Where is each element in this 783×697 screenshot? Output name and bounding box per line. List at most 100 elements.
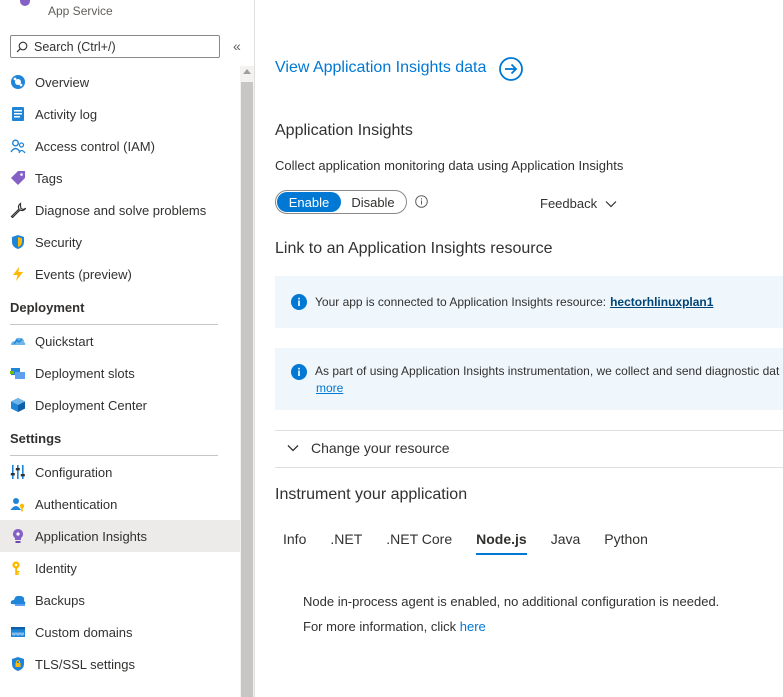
- main-content: View Application Insights data Applicati…: [255, 0, 783, 697]
- scroll-up-arrow-icon[interactable]: [243, 69, 251, 74]
- sidebar-item-identity[interactable]: Identity: [0, 552, 240, 584]
- resource-link[interactable]: hectorhlinuxplan1: [610, 295, 713, 309]
- enable-option[interactable]: Enable: [277, 192, 341, 212]
- section-deployment: Deployment: [0, 290, 240, 325]
- backup-cloud-icon: [10, 592, 26, 608]
- info-filled-icon: [291, 294, 307, 310]
- sidebar: App Service Search (Ctrl+/) « Overview A…: [0, 0, 254, 697]
- chevron-down-icon: [605, 200, 617, 207]
- sidebar-item-label: Configuration: [35, 464, 113, 480]
- tag-icon: [10, 170, 26, 186]
- sidebar-item-label: Diagnose and solve problems: [35, 202, 207, 218]
- sidebar-item-label: Access control (IAM): [35, 138, 155, 154]
- sidebar-item-label: TLS/SSL settings: [35, 656, 135, 672]
- custom-domains-icon: www: [10, 624, 26, 640]
- sidebar-item-label: Security: [35, 234, 82, 250]
- app-service-logo: [20, 0, 30, 6]
- sidebar-item-configuration[interactable]: Configuration: [0, 456, 240, 488]
- tab-java[interactable]: Java: [551, 531, 581, 555]
- sidebar-item-label: Overview: [35, 74, 90, 90]
- section-settings: Settings: [0, 421, 240, 456]
- iam-icon: [10, 138, 26, 154]
- identity-key-icon: [10, 560, 26, 576]
- sidebar-item-security[interactable]: Security: [0, 226, 240, 258]
- svg-text:www: www: [12, 632, 24, 638]
- sidebar-item-activity-log[interactable]: Activity log: [0, 98, 240, 130]
- tab-dotnet[interactable]: .NET: [330, 531, 362, 555]
- learn-more-link[interactable]: more: [316, 381, 783, 395]
- view-app-insights-link[interactable]: View Application Insights data: [275, 59, 486, 77]
- sidebar-item-label: Authentication: [35, 496, 118, 512]
- section-title-app-insights: Application Insights: [275, 122, 413, 139]
- divider: [275, 467, 783, 468]
- link-resource-title: Link to an Application Insights resource: [275, 240, 553, 257]
- feedback-dropdown[interactable]: Feedback: [540, 196, 617, 211]
- diagnostic-info-banner: As part of using Application Insights in…: [275, 348, 783, 410]
- sidebar-scrollbar[interactable]: [240, 66, 254, 697]
- wrench-icon: [10, 202, 26, 218]
- cube-icon: [10, 397, 26, 413]
- sidebar-item-application-insights[interactable]: Application Insights: [0, 520, 240, 552]
- node-agent-status-text: Node in-process agent is enabled, no add…: [303, 594, 720, 609]
- resource-type-subtitle: App Service: [48, 4, 113, 18]
- sidebar-item-tls-ssl[interactable]: TLS/SSL settings: [0, 648, 240, 680]
- info-filled-icon: [291, 364, 307, 380]
- sidebar-item-label: Deployment Center: [35, 397, 147, 413]
- more-info-prefix: For more information, click: [303, 619, 460, 634]
- more-info-here-link[interactable]: here: [460, 619, 486, 634]
- authentication-icon: [10, 496, 26, 512]
- tab-nodejs[interactable]: Node.js: [476, 531, 527, 555]
- sidebar-nav: Overview Activity log Access control (IA…: [0, 66, 240, 680]
- lightning-icon: [10, 266, 26, 282]
- sidebar-item-label: Deployment slots: [35, 365, 135, 381]
- sidebar-item-backups[interactable]: Backups: [0, 584, 240, 616]
- tab-python[interactable]: Python: [604, 531, 648, 555]
- sidebar-item-label: Application Insights: [35, 528, 148, 544]
- divider: [275, 430, 783, 431]
- sidebar-item-events[interactable]: Events (preview): [0, 258, 240, 290]
- sidebar-item-deployment-center[interactable]: Deployment Center: [0, 389, 240, 421]
- activity-log-icon: [10, 106, 26, 122]
- change-resource-expander[interactable]: Change your resource: [287, 440, 450, 456]
- arrow-circle-right-icon[interactable]: [498, 56, 524, 82]
- sidebar-item-deployment-slots[interactable]: Deployment slots: [0, 357, 240, 389]
- double-chevron-left-icon[interactable]: «: [233, 38, 241, 54]
- change-resource-label: Change your resource: [311, 440, 450, 456]
- scrollbar-thumb[interactable]: [241, 82, 253, 697]
- lightbulb-icon: [10, 528, 26, 544]
- quickstart-icon: [10, 333, 26, 349]
- sidebar-item-access-control[interactable]: Access control (IAM): [0, 130, 240, 162]
- disable-option[interactable]: Disable: [341, 192, 405, 212]
- language-tabs: Info .NET .NET Core Node.js Java Python: [283, 531, 672, 555]
- overview-icon: [10, 74, 26, 90]
- search-icon: [16, 41, 28, 52]
- sidebar-item-label: Custom domains: [35, 624, 133, 640]
- collect-description: Collect application monitoring data usin…: [275, 158, 624, 173]
- configuration-icon: [10, 464, 26, 480]
- sidebar-item-label: Quickstart: [35, 333, 94, 349]
- tls-shield-icon: [10, 656, 26, 672]
- sidebar-item-label: Activity log: [35, 106, 98, 122]
- sidebar-item-authentication[interactable]: Authentication: [0, 488, 240, 520]
- more-info-text: For more information, click here: [303, 619, 486, 634]
- deployment-slots-icon: [10, 365, 26, 381]
- sidebar-item-tags[interactable]: Tags: [0, 162, 240, 194]
- sidebar-item-overview[interactable]: Overview: [0, 66, 240, 98]
- instrument-title: Instrument your application: [275, 486, 468, 503]
- sidebar-item-label: Identity: [35, 560, 77, 576]
- sidebar-item-quickstart[interactable]: Quickstart: [0, 325, 240, 357]
- connected-text: Your app is connected to Application Ins…: [315, 295, 607, 309]
- sidebar-item-custom-domains[interactable]: www Custom domains: [0, 616, 240, 648]
- search-placeholder: Search (Ctrl+/): [34, 39, 116, 54]
- chevron-down-icon: [287, 445, 299, 452]
- search-input[interactable]: Search (Ctrl+/): [10, 35, 220, 58]
- sidebar-item-label: Events (preview): [35, 266, 132, 282]
- tab-info[interactable]: Info: [283, 531, 306, 555]
- info-icon[interactable]: [415, 195, 428, 208]
- shield-icon: [10, 234, 26, 250]
- enable-disable-toggle[interactable]: Enable Disable: [275, 190, 407, 214]
- sidebar-item-diagnose[interactable]: Diagnose and solve problems: [0, 194, 240, 226]
- diagnostic-text: As part of using Application Insights in…: [315, 364, 780, 378]
- tab-dotnet-core[interactable]: .NET Core: [386, 531, 452, 555]
- connected-info-banner: Your app is connected to Application Ins…: [275, 276, 783, 328]
